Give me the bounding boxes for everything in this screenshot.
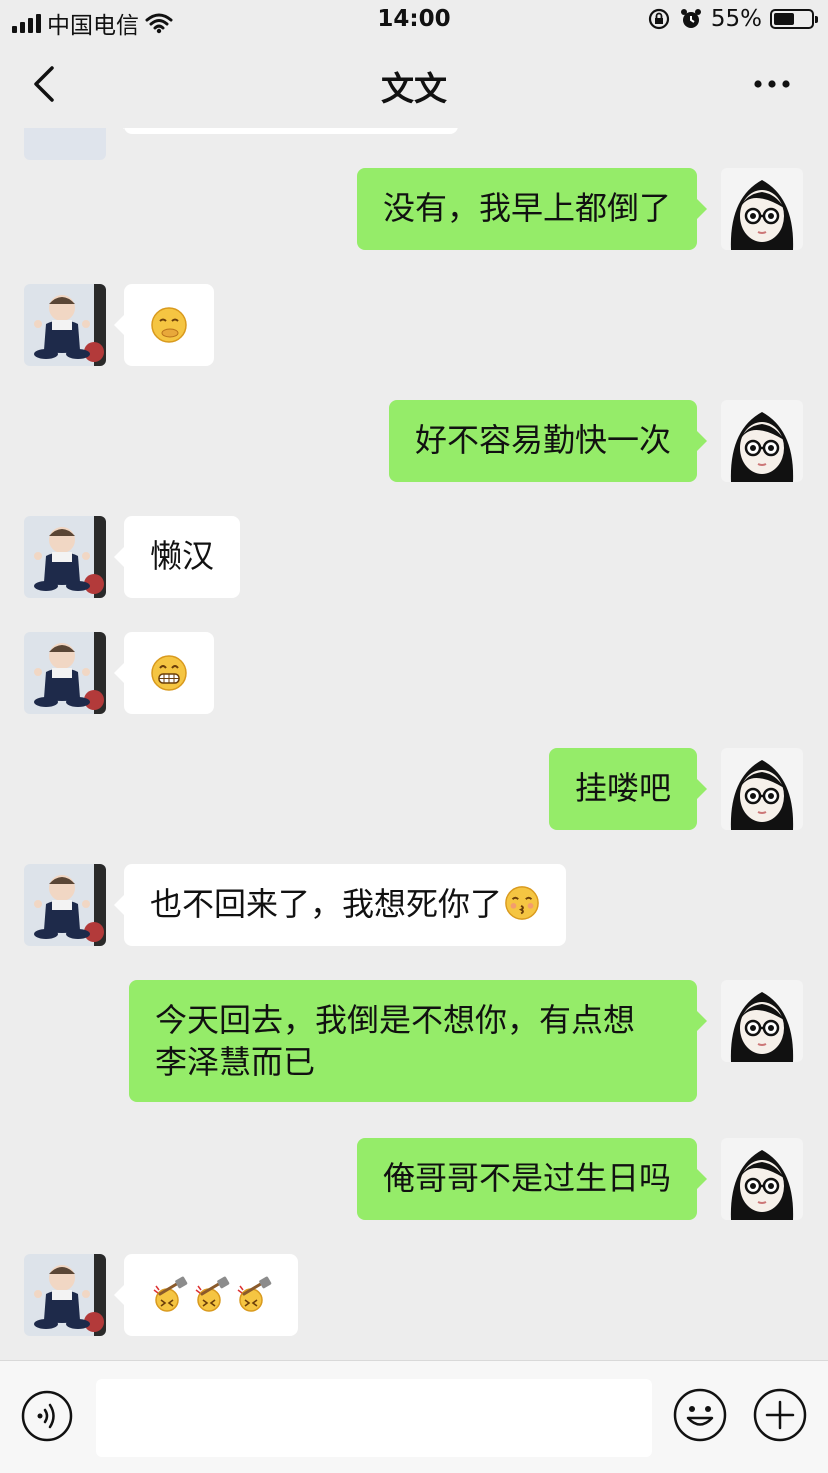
message-bubble[interactable] [114,1254,298,1336]
contact-avatar[interactable] [24,284,106,366]
alarm-icon [680,9,701,28]
contact-avatar[interactable] [24,1254,106,1336]
message-text: 没有，我早上都倒了 [382,189,671,227]
my-avatar[interactable] [721,748,803,830]
more-icon[interactable] [752,70,792,98]
message-text: 懒汉 [150,537,215,575]
message-bubble-cutoff[interactable] [114,128,458,134]
message-bubble[interactable]: 没有，我早上都倒了 [356,168,708,250]
message-bubble[interactable] [114,284,214,366]
message-bubble[interactable] [114,632,214,714]
kiss-emoji-icon [505,886,539,920]
contact-avatar[interactable] [24,128,106,160]
message-text: 也不回来了，我想死你了 [150,885,503,923]
message-bubble[interactable]: 俺哥哥不是过生日吗 [356,1138,708,1220]
message-bubble[interactable]: 挂喽吧 [548,748,708,830]
battery-icon [770,9,818,29]
emoji-icon[interactable] [672,1387,728,1443]
contact-avatar[interactable] [24,632,106,714]
message-text: 好不容易勤快一次 [414,421,671,459]
plus-icon[interactable] [752,1387,808,1443]
my-avatar[interactable] [721,168,803,250]
message-text: 俺哥哥不是过生日吗 [382,1159,671,1197]
input-bar [0,1360,828,1473]
hammer-emoji-icon [152,1276,188,1313]
nav-bar: 文文 [0,40,828,128]
message-bubble[interactable]: 好不容易勤快一次 [388,400,708,482]
rotation-lock-icon [648,8,669,30]
my-avatar[interactable] [721,400,803,482]
contact-avatar[interactable] [24,516,106,598]
status-bar: 中国电信 14:00 55% [0,0,828,40]
message-bubble[interactable]: 今天回去，我倒是不想你，有点想 李泽慧而已 [129,980,707,1102]
message-bubble[interactable]: 也不回来了，我想死你了 [113,864,567,946]
battery-percent: 55% [710,6,762,32]
grin-emoji-icon [151,655,187,691]
hush-emoji-icon [151,307,187,343]
voice-icon[interactable] [20,1389,74,1443]
contact-avatar[interactable] [24,864,106,946]
hammer-emoji-icon [194,1276,230,1313]
message-text: 挂喽吧 [574,769,671,807]
message-bubble[interactable]: 懒汉 [113,516,241,598]
chat-title: 文文 [381,69,447,108]
hammer-emoji-icon [236,1276,272,1313]
chat-area[interactable]: 没有，我早上都倒了 好不容易勤快一次 懒汉 挂喽吧 也不回来了，我想死你了 今天… [0,128,828,1360]
my-avatar[interactable] [721,1138,803,1220]
my-avatar[interactable] [721,980,803,1062]
message-text-line: 李泽慧而已 [155,1043,316,1081]
message-text-line: 今天回去，我倒是不想你，有点想 [155,1001,636,1039]
message-input[interactable] [96,1379,652,1457]
